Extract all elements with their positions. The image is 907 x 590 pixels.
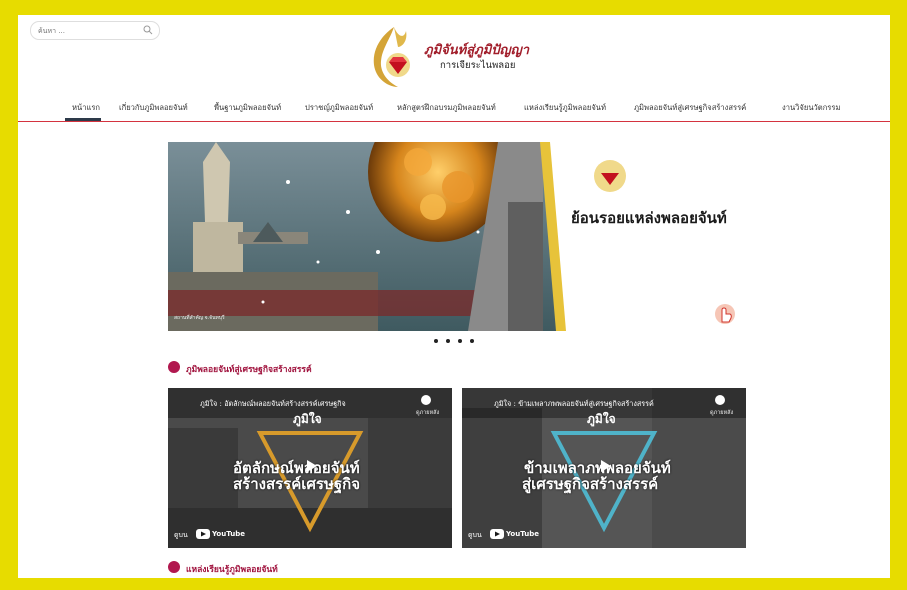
- nav-item-basics[interactable]: พื้นฐานภูมิพลอยจันท์: [214, 102, 281, 114]
- search-icon[interactable]: [143, 25, 153, 35]
- carousel-dot[interactable]: [434, 339, 438, 343]
- banner-carousel-dots: [430, 339, 490, 347]
- banner-image: [168, 142, 742, 331]
- banner-headline: ย้อนรอยแหล่งพลอยจันท์: [571, 209, 727, 227]
- page-frame: ภูมิจันท์สู่ภูมิปัญญา การเจียระไนพลอย หน…: [18, 15, 890, 578]
- video-brand: ภูมิใจ: [293, 412, 322, 426]
- main-nav: หน้าแรก เกี่ยวกับภูมิพลอยจันท์ พื้นฐานภู…: [18, 95, 890, 122]
- nav-item-scholars[interactable]: ปราชญ์ภูมิพลอยจันท์: [305, 102, 373, 114]
- nav-item-home[interactable]: หน้าแรก: [72, 102, 100, 114]
- section-title[interactable]: ภูมิพลอยจันท์สู่เศรษฐกิจสร้างสรรค์: [186, 362, 312, 376]
- carousel-dot[interactable]: [446, 339, 450, 343]
- nav-item-learning-centers[interactable]: แหล่งเรียนรู้ภูมิพลอยจันท์: [524, 102, 606, 114]
- nav-item-about[interactable]: เกี่ยวกับภูมิพลอยจันท์: [119, 102, 188, 114]
- video-card[interactable]: ภูมิใจ : ข้ามเพลาภพพลอยจันท์สู่เศรษฐกิจส…: [462, 388, 746, 548]
- search-input[interactable]: [38, 24, 138, 37]
- banner-caption: สถานที่สำคัญ จ.จันทบุรี: [174, 315, 225, 321]
- play-icon[interactable]: [301, 458, 321, 474]
- carousel-dot[interactable]: [458, 339, 462, 343]
- video-title[interactable]: ภูมิใจ : ข้ามเพลาภพพลอยจันท์สู่เศรษฐกิจส…: [494, 399, 654, 410]
- nav-active-indicator: [65, 118, 101, 121]
- youtube-label: YouTube: [506, 530, 539, 538]
- logo-emblem-icon: [373, 27, 410, 87]
- watch-on-label: ดูบน: [468, 531, 482, 539]
- logo-title: ภูมิจันท์สู่ภูมิปัญญา: [424, 43, 529, 58]
- play-icon[interactable]: [595, 458, 615, 474]
- watch-later-label: ดูภายหลัง: [710, 410, 734, 416]
- clock-icon[interactable]: [715, 395, 725, 405]
- nav-item-courses[interactable]: หลักสูตรฝึกอบรมภูมิพลอยจันท์: [397, 102, 496, 114]
- video-card[interactable]: ภูมิใจ : อัตลักษณ์พลอยจันท์สร้างสรรค์เศร…: [168, 388, 452, 548]
- search-box[interactable]: [30, 21, 160, 40]
- nav-item-creative-economy[interactable]: ภูมิพลอยจันท์สู่เศรษฐกิจสร้างสรรค์: [634, 102, 746, 114]
- watch-later-label: ดูภายหลัง: [416, 410, 440, 416]
- youtube-label: YouTube: [212, 530, 245, 538]
- carousel-dot[interactable]: [470, 339, 474, 343]
- clock-icon[interactable]: [421, 395, 431, 405]
- watch-on-label: ดูบน: [174, 531, 188, 539]
- hero-banner[interactable]: ย้อนรอยแหล่งพลอยจันท์ สถานที่สำคัญ จ.จัน…: [168, 142, 742, 331]
- video-title[interactable]: ภูมิใจ : อัตลักษณ์พลอยจันท์สร้างสรรค์เศร…: [200, 399, 346, 410]
- video-headline-line2: สร้างสรรค์เศรษฐกิจ: [233, 475, 361, 493]
- gem-bullet-icon: [168, 361, 180, 373]
- site-logo[interactable]: ภูมิจันท์สู่ภูมิปัญญา การเจียระไนพลอย: [364, 21, 554, 91]
- video-headline-line2: สู่เศรษฐกิจสร้างสรรค์: [522, 475, 659, 493]
- gem-bullet-icon: [168, 561, 180, 573]
- nav-item-research[interactable]: งานวิจัยนวัตกรรม: [782, 102, 840, 114]
- tap-hand-icon: [715, 304, 735, 324]
- logo-subtitle: การเจียระไนพลอย: [440, 60, 516, 71]
- video-brand: ภูมิใจ: [587, 412, 616, 426]
- section-title[interactable]: แหล่งเรียนรู้ภูมิพลอยจันท์: [186, 562, 278, 576]
